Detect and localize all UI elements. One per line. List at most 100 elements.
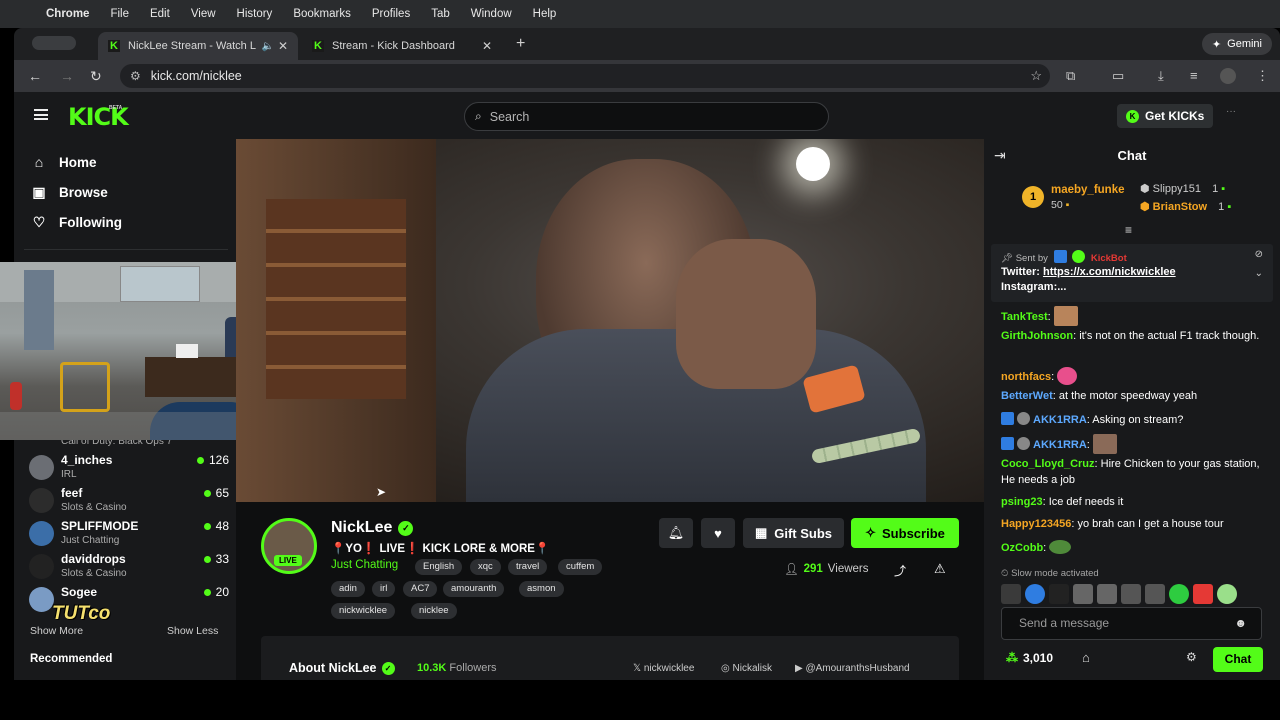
hide-pin-icon[interactable]: ⊘ [1255, 249, 1263, 260]
search-input[interactable]: ⌕ Search [464, 102, 829, 131]
url-bar[interactable]: ⚙ kick.com/nicklee ☆ [120, 64, 1050, 88]
tab-kick-dashboard[interactable]: K Stream - Kick Dashboard ✕ [302, 32, 502, 60]
tag[interactable]: nicklee [411, 603, 457, 619]
pinned-link[interactable]: https://x.com/nickwicklee [1043, 266, 1176, 278]
chat-username[interactable]: AKK1RRA [1033, 414, 1087, 426]
chat-username[interactable]: Coco_Lloyd_Cruz [1001, 458, 1095, 470]
send-chat-button[interactable]: Chat [1213, 647, 1263, 672]
more-menu-icon[interactable]: ⋮ [1256, 68, 1269, 84]
shop-icon[interactable]: ⌂ [1082, 650, 1090, 665]
site-info-icon[interactable]: ⚙ [130, 69, 141, 83]
tab-search-icon[interactable]: ▭ [1112, 68, 1124, 84]
back-icon[interactable]: ← [28, 68, 42, 84]
leaderboard-second[interactable]: ⬢ Slippy151 1 ▪ [1140, 182, 1225, 195]
new-tab-icon[interactable]: + [516, 35, 525, 53]
show-more-button[interactable]: Show More [30, 625, 83, 637]
extensions-icon[interactable]: ⧉ [1066, 68, 1075, 84]
social-youtube-link[interactable]: ▶ @AmouranthsHusband [795, 663, 910, 674]
emote-icon[interactable] [1145, 584, 1165, 604]
emote-icon[interactable] [1193, 584, 1213, 604]
chat-username[interactable]: BetterWet [1001, 390, 1053, 402]
pinned-message[interactable]: 📌︎ Sent by KickBot Twitter: https://x.co… [991, 244, 1273, 302]
menu-edit[interactable]: Edit [150, 8, 170, 20]
video-player[interactable]: ➤ [236, 139, 984, 502]
show-less-button[interactable]: Show Less [167, 625, 218, 637]
social-instagram-link[interactable]: ◎ Nickalisk [721, 663, 772, 674]
menu-chrome[interactable]: Chrome [46, 8, 89, 20]
bookmark-star-icon[interactable]: ☆ [1030, 68, 1042, 84]
chat-username[interactable]: TankTest [1001, 311, 1048, 323]
social-x-link[interactable]: 𝕏 nickwicklee [633, 663, 694, 674]
gift-subs-button[interactable]: ▦ Gift Subs [743, 518, 844, 548]
expand-leaderboard-icon[interactable]: ≡ [1125, 223, 1132, 237]
chat-username[interactable]: psing23 [1001, 496, 1043, 508]
chat-username[interactable]: northfacs [1001, 371, 1051, 383]
gear-icon[interactable]: ⚙ [1186, 650, 1197, 664]
tag[interactable]: cuffem [558, 559, 603, 575]
sidebar-item-browse[interactable]: ▣ Browse [31, 184, 107, 201]
close-tab-icon[interactable]: ✕ [278, 39, 288, 53]
channel-item-daviddrops[interactable]: daviddrops Slots & Casino 33 [29, 552, 229, 584]
profile-avatar[interactable] [1220, 68, 1236, 84]
sidebar-item-following[interactable]: ♡ Following [31, 214, 122, 231]
menu-file[interactable]: File [110, 8, 129, 20]
emoji-icon[interactable]: ☻ [1234, 608, 1247, 638]
tag[interactable]: English [415, 559, 463, 575]
chevron-down-icon[interactable]: ⌄ [1255, 268, 1263, 279]
chat-username[interactable]: OzCobb [1001, 542, 1043, 554]
tag[interactable]: travel [508, 559, 548, 575]
subscribe-button[interactable]: ✧ Subscribe [851, 518, 959, 548]
emote-icon[interactable] [1001, 584, 1021, 604]
menu-help[interactable]: Help [533, 8, 557, 20]
share-icon[interactable]: ⤴ [894, 562, 906, 579]
download-icon[interactable]: ⤓ [1158, 68, 1164, 84]
emote-icon[interactable] [1073, 584, 1093, 604]
menu-history[interactable]: History [237, 8, 273, 20]
tag[interactable]: amouranth [443, 581, 505, 597]
channel-points[interactable]: ⁂ 3,010 [1006, 651, 1053, 665]
channel-item-spliffmode[interactable]: SPLIFFMODE Just Chatting 48 [29, 519, 229, 551]
follow-heart-button[interactable]: ♥ [701, 518, 735, 548]
chat-username[interactable]: GirthJohnson [1001, 330, 1073, 342]
leaderboard-third[interactable]: ⬢ BrianStow 1 ▪ [1140, 200, 1231, 213]
forward-icon[interactable]: → [60, 68, 74, 84]
channel-item-feef[interactable]: feef Slots & Casino 65 [29, 486, 229, 518]
chat-username[interactable]: Happy123456 [1001, 518, 1071, 530]
menu-view[interactable]: View [191, 8, 216, 20]
speaker-icon[interactable]: 🔈 [262, 41, 274, 52]
menu-bookmarks[interactable]: Bookmarks [293, 8, 351, 20]
emote-icon[interactable] [1097, 584, 1117, 604]
emote-icon[interactable] [1121, 584, 1141, 604]
report-warning-icon[interactable]: ⚠ [934, 561, 946, 577]
hamburger-menu-icon[interactable] [34, 109, 48, 120]
close-tab-icon[interactable]: ✕ [482, 39, 492, 53]
media-control-icon[interactable]: ≡ [1190, 68, 1198, 83]
menu-window[interactable]: Window [471, 8, 512, 20]
reload-icon[interactable]: ↻ [90, 68, 102, 85]
tab-nicklee-stream[interactable]: K NickLee Stream - Watch L 🔈 ✕ [98, 32, 298, 60]
streamer-name[interactable]: NickLee ✓ [331, 519, 414, 537]
emote-icon[interactable] [1025, 584, 1045, 604]
emote-icon[interactable] [1169, 584, 1189, 604]
tag[interactable]: asmon [519, 581, 564, 597]
sidebar-item-home[interactable]: ⌂ Home [31, 154, 97, 170]
pip-microwave [176, 344, 198, 358]
menu-profiles[interactable]: Profiles [372, 8, 410, 20]
emote-icon[interactable] [1217, 584, 1237, 604]
emote-icon[interactable] [1049, 584, 1069, 604]
tab-group-chip[interactable] [32, 36, 76, 50]
tag[interactable]: AC7 [403, 581, 438, 597]
channel-item-4-inches[interactable]: 4_inches IRL 126 [29, 453, 229, 485]
gemini-button[interactable]: ✦ Gemini [1201, 33, 1272, 55]
stream-category-link[interactable]: Just Chatting [331, 559, 398, 571]
chat-message-input[interactable]: Send a message ☻ [1001, 607, 1262, 640]
tag[interactable]: xqc [470, 559, 501, 575]
menu-tab[interactable]: Tab [431, 8, 450, 20]
tag[interactable]: irl [372, 581, 396, 597]
notification-bell-button[interactable]: 🔔︎ [659, 518, 693, 548]
leaderboard-top-name[interactable]: maeby_funke [1051, 184, 1125, 196]
get-kicks-button[interactable]: K Get KICKs [1117, 104, 1214, 128]
tag[interactable]: nickwicklee [331, 603, 396, 619]
tag[interactable]: adin [331, 581, 365, 597]
chat-username[interactable]: AKK1RRA [1033, 439, 1087, 451]
